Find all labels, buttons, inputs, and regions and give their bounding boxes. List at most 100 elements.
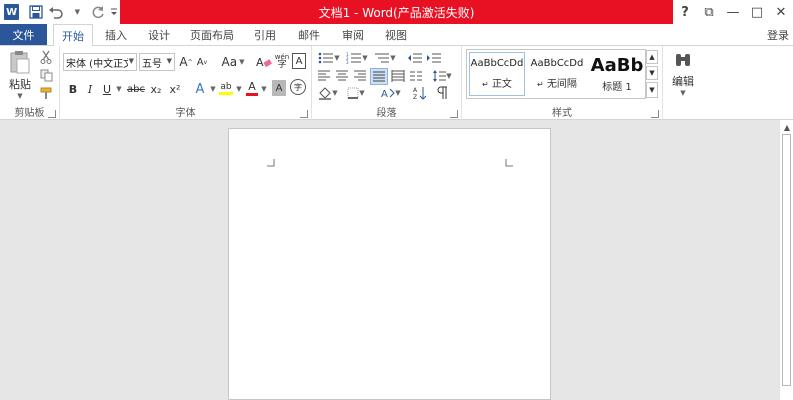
numbering-button[interactable]: 1 2 3 ▼ [344, 50, 370, 66]
asian-layout-button[interactable]: A ▼ [378, 85, 404, 101]
word-logo-icon[interactable]: W [4, 4, 20, 20]
underline-dropdown-icon[interactable]: ▼ [115, 80, 123, 98]
window-title: 文档1 - Word(产品激活失败) [120, 0, 673, 24]
paragraph-launcher-icon[interactable] [450, 110, 458, 118]
line-spacing-button[interactable]: ▼ [430, 68, 454, 84]
editing-label: 编辑 [672, 75, 694, 88]
highlight-color-icon[interactable]: ab [218, 78, 234, 98]
phonetic-guide-icon[interactable]: wén 字 [274, 51, 290, 71]
font-color-icon[interactable]: A [245, 78, 259, 98]
document-page[interactable] [228, 128, 551, 400]
subscript-button[interactable]: x₂ [148, 80, 164, 98]
font-size-value: 五号 [142, 58, 162, 70]
align-center-icon[interactable] [334, 68, 350, 84]
paste-label: 粘贴 [9, 78, 31, 91]
character-shading-icon[interactable]: A [272, 80, 286, 96]
font-name-dropdown-icon[interactable]: ▼ [129, 57, 134, 65]
tab-page-layout[interactable]: 页面布局 [184, 24, 240, 45]
scrollbar-thumb[interactable] [782, 134, 791, 386]
tab-references[interactable]: 引用 [246, 24, 284, 45]
editing-button[interactable]: 编辑 ▼ [667, 49, 699, 99]
clear-formatting-icon[interactable]: A [256, 53, 272, 71]
bullets-icon [318, 52, 334, 64]
undo-dropdown-icon[interactable]: ▼ [67, 1, 88, 23]
paste-icon [10, 51, 30, 74]
style-normal[interactable]: AaBbCcDd ↵ 正文 [469, 52, 525, 96]
borders-button[interactable]: ▼ [344, 85, 368, 101]
font-launcher-icon[interactable] [300, 110, 308, 118]
help-icon[interactable]: ? [673, 0, 697, 24]
ribbon: 粘贴 ▼ 剪贴板 宋体 (中文正文 ▼ 五号 ▼ A ^ Av Aa ▼ A wén… [0, 45, 793, 120]
character-border-icon[interactable]: A [292, 53, 306, 69]
text-effects-dropdown-icon[interactable]: ▼ [209, 80, 217, 98]
change-case-button[interactable]: Aa ▼ [220, 53, 246, 71]
crop-mark-top-right [505, 159, 513, 167]
grow-font-icon[interactable]: A ^ [179, 53, 193, 71]
strikethrough-button[interactable]: abc [126, 80, 146, 98]
superscript-button[interactable]: x² [167, 80, 183, 98]
format-painter-icon[interactable] [38, 85, 54, 101]
tab-insert[interactable]: 插入 [97, 24, 135, 45]
justify-icon[interactable] [370, 68, 388, 85]
multilevel-list-button[interactable]: ▼ [372, 50, 398, 66]
font-size-combo[interactable]: 五号 ▼ [139, 53, 175, 71]
italic-button[interactable]: I [83, 80, 97, 98]
cut-icon[interactable] [38, 49, 54, 65]
line-spacing-icon [433, 70, 447, 82]
font-size-dropdown-icon[interactable]: ▼ [167, 57, 172, 65]
customize-qat-icon[interactable] [109, 1, 120, 23]
ribbon-tabs: 文件 开始 插入 设计 页面布局 引用 邮件 审阅 视图 登录 [0, 24, 793, 46]
vertical-scrollbar[interactable]: ▲ [779, 120, 793, 400]
save-icon[interactable] [25, 1, 46, 23]
styles-scroll-up-icon[interactable]: ▲ [646, 50, 658, 64]
style-no-spacing[interactable]: AaBbCcDd ↵ 无间隔 [528, 52, 586, 96]
bold-button[interactable]: B [66, 80, 80, 98]
text-effects-icon[interactable]: A [192, 79, 208, 99]
close-icon[interactable]: ✕ [769, 0, 793, 24]
copy-icon[interactable] [38, 67, 54, 83]
sign-in-link[interactable]: 登录 [767, 24, 789, 45]
font-name-combo[interactable]: 宋体 (中文正文 ▼ [63, 53, 137, 71]
sort-icon[interactable]: AZ [412, 85, 428, 101]
align-right-icon[interactable] [352, 68, 368, 84]
underline-button[interactable]: U [100, 80, 114, 98]
clipboard-launcher-icon[interactable] [48, 110, 56, 118]
styles-group: AaBbCcDd ↵ 正文 AaBbCcDd ↵ 无间隔 AaBb 标题 1 ▲… [462, 46, 663, 120]
styles-launcher-icon[interactable] [651, 110, 659, 118]
paragraph-group-label: 段落 [376, 108, 397, 119]
font-color-dropdown-icon[interactable]: ▼ [260, 80, 268, 98]
font-name-value: 宋体 (中文正文 [66, 58, 128, 70]
maximize-icon[interactable]: □ [745, 0, 769, 24]
styles-scroll-down-icon[interactable]: ▼ [646, 66, 658, 80]
shading-button[interactable]: ▼ [316, 85, 340, 101]
shrink-font-icon[interactable]: Av [195, 53, 209, 71]
styles-more-icon[interactable]: ▼ [646, 82, 658, 98]
binoculars-icon [676, 54, 690, 66]
redo-icon[interactable] [88, 1, 109, 23]
ribbon-display-options-icon[interactable]: ⧉ [697, 0, 721, 24]
align-left-icon[interactable] [316, 68, 332, 84]
tab-mailings[interactable]: 邮件 [290, 24, 328, 45]
column-layout-icon[interactable] [408, 68, 424, 84]
font-group: 宋体 (中文正文 ▼ 五号 ▼ A ^ Av Aa ▼ A wén 字 A B I U… [60, 46, 312, 120]
undo-icon[interactable] [46, 1, 67, 23]
scroll-up-icon[interactable]: ▲ [780, 120, 793, 134]
tab-view[interactable]: 视图 [377, 24, 415, 45]
paste-button[interactable]: 粘贴 ▼ [5, 50, 35, 100]
tab-design[interactable]: 设计 [140, 24, 178, 45]
svg-text:Z: Z [413, 94, 417, 100]
tab-home[interactable]: 开始 [53, 24, 93, 46]
show-hide-marks-icon[interactable] [434, 85, 450, 101]
highlight-dropdown-icon[interactable]: ▼ [235, 80, 243, 98]
minimize-icon[interactable]: — [721, 0, 745, 24]
enclose-characters-icon[interactable]: 字 [290, 79, 306, 95]
increase-indent-icon[interactable] [425, 50, 443, 66]
distributed-icon[interactable] [390, 68, 406, 84]
decrease-indent-icon[interactable] [406, 50, 424, 66]
tab-review[interactable]: 审阅 [334, 24, 372, 45]
paragraph-group: ▼ 1 2 3 ▼ ▼ ▼ ▼ ▼ A ▼ A Z 段落 [312, 46, 462, 120]
style-heading-1[interactable]: AaBb 标题 1 [589, 52, 645, 96]
bullets-button[interactable]: ▼ [316, 50, 342, 66]
tab-file[interactable]: 文件 [0, 24, 47, 45]
paste-dropdown-icon: ▼ [17, 92, 23, 100]
